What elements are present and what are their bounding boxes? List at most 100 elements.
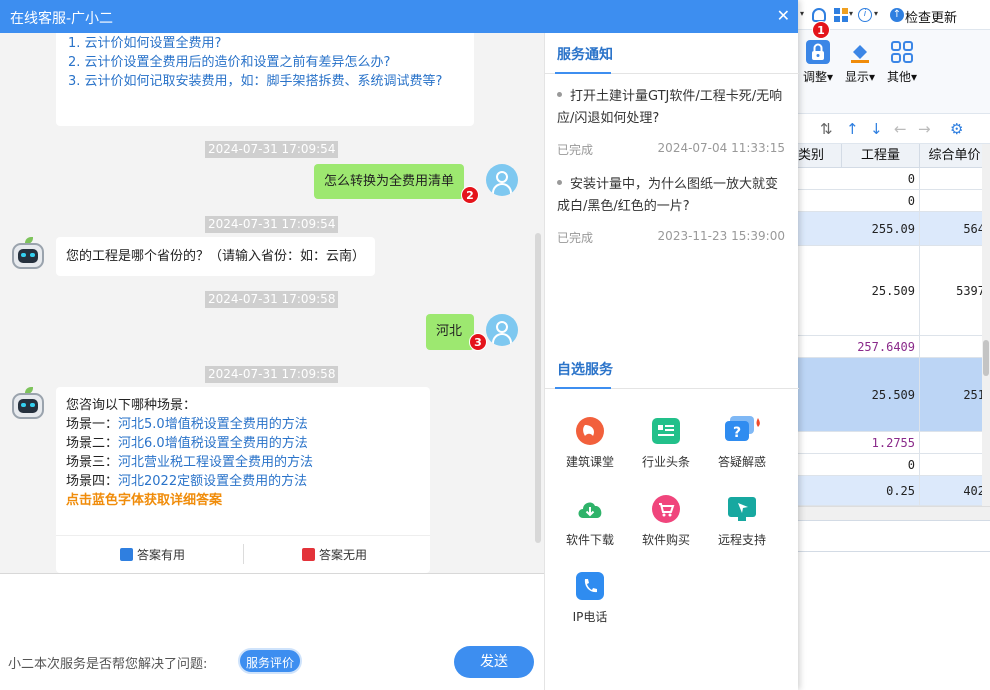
message-timestamp: 2024-07-31 17:09:54	[205, 141, 339, 158]
apps-grid-icon[interactable]	[834, 8, 848, 22]
faq-link[interactable]: 1. 云计价如何设置全费用?	[68, 34, 462, 53]
chevron-down-icon[interactable]: ▾	[874, 9, 878, 18]
service-remote-support[interactable]: 远程支持	[707, 494, 777, 548]
move-up-icon[interactable]: ↑	[846, 120, 859, 138]
quantity-cell[interactable]: 257.6409	[842, 336, 920, 357]
service-label: 答疑解惑	[717, 455, 766, 469]
notice-item[interactable]: 打开土建计量GTJ软件/工程卡死/无响应/闪退如何处理?	[557, 86, 789, 130]
price-cell[interactable]	[920, 432, 990, 453]
table-row[interactable]: 25.509 251	[798, 358, 990, 432]
notice-date: 2024-07-04 11:33:15	[657, 141, 785, 155]
table-row[interactable]: 255.09 564	[798, 212, 990, 246]
display-button[interactable]: 显示▾	[840, 40, 880, 85]
chat-title-bar[interactable]: 在线客服-广小二 ✕	[0, 0, 798, 33]
adjust-label: 调整▾	[802, 70, 834, 84]
scenario-line: 场景一：河北5.0增值税设置全费用的方法	[66, 417, 308, 432]
faq-link[interactable]: 2. 云计价设置全费用后的造价和设置之前有差异怎么办?	[68, 53, 462, 72]
service-industry-news[interactable]: 行业头条	[631, 416, 701, 470]
price-cell[interactable]: 251	[920, 358, 990, 431]
table-row[interactable]: 0	[798, 168, 990, 190]
service-software-download[interactable]: 软件下载	[555, 494, 625, 548]
scrollbar-thumb[interactable]	[983, 340, 989, 376]
adjust-button[interactable]: 调整▾	[798, 40, 838, 85]
quantity-table: 类别 工程量 综合单价 0 0 255.09 564 25.509 5397 2…	[798, 144, 990, 506]
service-building-class[interactable]: 建筑课堂	[555, 416, 625, 470]
chevron-down-icon[interactable]: ▾	[849, 9, 853, 18]
notice-meta: 已完成 2024-07-04 11:33:15	[557, 141, 785, 158]
table-toolbar: ⇅ ↑ ↓ ← → ⚙	[798, 114, 990, 144]
table-horizontal-scrollbar[interactable]	[798, 506, 990, 520]
svg-text:?: ?	[733, 425, 741, 441]
bot-message: 您的工程是哪个省份的？（请输入省份：如：云南）	[56, 237, 376, 276]
table-row[interactable]: 257.6409	[798, 336, 990, 358]
scenario-link[interactable]: 河北营业税工程设置全费用的方法	[118, 455, 313, 470]
arrow-left-icon[interactable]: ←	[894, 120, 907, 138]
chevron-down-icon[interactable]: ▾	[800, 9, 804, 18]
price-cell[interactable]: 402	[920, 476, 990, 505]
settings-icon[interactable]: ⚙	[950, 120, 963, 138]
scenario-bubble: 您咨询以下哪种场景： 场景一：河北5.0增值税设置全费用的方法 场景二：河北6.…	[56, 387, 430, 573]
move-down-icon[interactable]: ↓	[870, 120, 883, 138]
faq-bubble: 1. 云计价如何设置全费用? 2. 云计价设置全费用后的造价和设置之前有差异怎么…	[56, 33, 474, 126]
sort-icon[interactable]: ⇅	[820, 120, 833, 138]
arrow-right-icon[interactable]: →	[918, 120, 931, 138]
upload-arrow-icon[interactable]: ↑	[890, 8, 904, 22]
answer-useless-button[interactable]: 答案无用	[302, 546, 367, 565]
notice-item[interactable]: 安装计量中，为什么图纸一放大就变成白/黑色/红色的一片?	[557, 174, 789, 218]
faq-link[interactable]: 3. 云计价如何记取安装费用，如：脚手架搭拆费、系统调试费等?	[68, 72, 462, 91]
faq-list: 1. 云计价如何设置全费用? 2. 云计价设置全费用后的造价和设置之前有差异怎么…	[68, 34, 462, 91]
price-cell[interactable]	[920, 168, 990, 189]
app-ribbon: 调整▾ 显示▾ 其他▾	[798, 30, 990, 114]
chat-scrollbar[interactable]	[535, 233, 541, 543]
grid-icon	[890, 40, 914, 64]
service-label: 软件下载	[565, 533, 614, 547]
message-list[interactable]: 1. 云计价如何设置全费用? 2. 云计价设置全费用后的造价和设置之前有差异怎么…	[0, 33, 544, 573]
column-header[interactable]: 工程量	[842, 144, 920, 168]
service-label: 软件购买	[641, 533, 690, 547]
scenario-link[interactable]: 河北6.0增值税设置全费用的方法	[118, 436, 308, 451]
answer-useful-button[interactable]: 答案有用	[120, 546, 185, 565]
quantity-cell[interactable]: 1.2755	[842, 432, 920, 453]
check-update-button[interactable]: 检查更新	[905, 7, 957, 26]
service-evaluation-button[interactable]: 服务评价	[238, 648, 303, 674]
quantity-cell[interactable]: 255.09	[842, 212, 920, 245]
notice-status: 已完成	[557, 143, 594, 157]
column-header[interactable]: 类别	[798, 144, 842, 168]
table-row[interactable]: 0	[798, 190, 990, 212]
input-area: 小二本次服务是否帮您解决了问题: 服务评价 发送	[0, 573, 544, 690]
message-input[interactable]	[0, 574, 544, 644]
quantity-cell[interactable]: 0.25	[842, 476, 920, 505]
column-header[interactable]: 综合单价	[920, 144, 990, 168]
quantity-cell[interactable]: 0	[842, 168, 920, 189]
other-button[interactable]: 其他▾	[882, 40, 922, 85]
price-cell[interactable]: 564	[920, 212, 990, 245]
table-row[interactable]: 0.25 402	[798, 476, 990, 506]
price-cell[interactable]: 5397	[920, 246, 990, 335]
price-cell[interactable]	[920, 336, 990, 357]
paint-bucket-icon	[848, 40, 872, 64]
table-row[interactable]: 1.2755	[798, 432, 990, 454]
price-cell[interactable]	[920, 190, 990, 211]
service-software-purchase[interactable]: 软件购买	[631, 494, 701, 548]
thumbs-down-icon	[302, 548, 315, 561]
table-vertical-scrollbar[interactable]	[982, 144, 990, 506]
scenario-link[interactable]: 河北5.0增值税设置全费用的方法	[118, 417, 308, 432]
service-ip-phone[interactable]: IP电话	[555, 571, 625, 625]
table-row[interactable]: 25.509 5397	[798, 246, 990, 336]
notice-section-title: 服务通知	[557, 47, 613, 63]
quantity-cell[interactable]: 0	[842, 454, 920, 475]
headset-icon[interactable]	[812, 8, 826, 22]
service-qa[interactable]: ? 答疑解惑	[707, 416, 777, 470]
table-row[interactable]: 0	[798, 454, 990, 476]
price-cell[interactable]	[920, 454, 990, 475]
quantity-cell[interactable]: 0	[842, 190, 920, 211]
quantity-cell[interactable]: 25.509	[842, 246, 920, 335]
close-icon[interactable]: ✕	[777, 6, 790, 25]
user-message: 怎么转换为全费用清单	[314, 164, 465, 199]
scenario-link[interactable]: 河北2022定额设置全费用的方法	[118, 474, 307, 489]
send-button[interactable]: 发送	[454, 646, 534, 678]
quantity-cell[interactable]: 25.509	[842, 358, 920, 431]
service-label: 远程支持	[717, 533, 766, 547]
thumbs-up-icon	[120, 548, 133, 561]
info-icon[interactable]: i	[858, 8, 872, 22]
